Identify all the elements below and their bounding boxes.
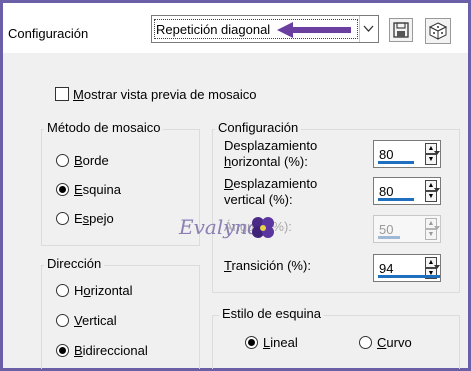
spin-down-icon: ▼ bbox=[425, 229, 437, 240]
radio-vertical-label[interactable]: Vertical bbox=[74, 313, 117, 328]
direction-title: Dirección bbox=[44, 256, 105, 271]
radio-bidireccional[interactable] bbox=[56, 344, 69, 357]
corner-style-title: Estilo de esquina bbox=[219, 306, 325, 321]
radio-horizontal-label[interactable]: Horizontal bbox=[74, 283, 133, 298]
preview-checkbox[interactable] bbox=[55, 87, 69, 101]
radio-curvo[interactable] bbox=[359, 336, 372, 349]
v-offset-level bbox=[378, 198, 414, 201]
violet-flower-icon bbox=[252, 217, 274, 238]
preview-checkbox-label[interactable]: Mostrar vista previa de mosaico bbox=[73, 87, 257, 102]
radio-esquina[interactable] bbox=[56, 183, 69, 196]
settings-title: Configuración bbox=[215, 120, 302, 135]
v-offset-spinbox[interactable]: 80 ▲ ▼ bbox=[373, 177, 441, 205]
preset-label: Configuración bbox=[8, 26, 89, 41]
dropdown-arrow-icon bbox=[434, 226, 440, 230]
radio-borde-label[interactable]: Borde bbox=[74, 153, 109, 168]
random-button[interactable] bbox=[425, 18, 451, 44]
arrow-left-icon bbox=[277, 22, 351, 38]
v-offset-value[interactable]: 80 bbox=[379, 184, 393, 199]
preset-bar: Configuración Repetición diagonal bbox=[3, 3, 468, 53]
dice-icon bbox=[428, 22, 448, 40]
radio-lineal[interactable] bbox=[245, 336, 258, 349]
radio-vertical[interactable] bbox=[56, 314, 69, 327]
spin-down-icon[interactable]: ▼ bbox=[425, 191, 437, 202]
h-offset-label: Desplazamiento horizontal (%): bbox=[224, 138, 318, 169]
transition-label: Transición (%): bbox=[224, 258, 311, 273]
transition-level bbox=[378, 275, 440, 278]
preset-value: Repetición diagonal bbox=[156, 22, 271, 37]
floppy-disk-icon bbox=[393, 22, 409, 38]
radio-bidireccional-label[interactable]: Bidireccional bbox=[74, 343, 148, 358]
transition-value[interactable]: 94 bbox=[379, 261, 393, 276]
radio-curvo-label[interactable]: Curvo bbox=[377, 335, 412, 350]
dropdown-arrow-icon[interactable] bbox=[434, 188, 440, 192]
radio-esquina-label[interactable]: Esquina bbox=[74, 182, 121, 197]
dropdown-arrow-icon[interactable] bbox=[434, 265, 440, 269]
watermark: Evalynda bbox=[179, 211, 279, 245]
h-offset-spinbox[interactable]: 80 ▲ ▼ bbox=[373, 140, 441, 168]
radio-espejo-label[interactable]: Espejo bbox=[74, 211, 114, 226]
tile-method-title: Método de mosaico bbox=[44, 120, 164, 135]
radio-espejo[interactable] bbox=[56, 212, 69, 225]
tile-effect-dialog: Configuración Repetición diagonal Mostra… bbox=[3, 3, 468, 369]
radio-lineal-label[interactable]: Lineal bbox=[263, 335, 298, 350]
angle-spinbox: 50 ▲ ▼ bbox=[373, 215, 441, 243]
radio-horizontal[interactable] bbox=[56, 284, 69, 297]
chevron-down-icon bbox=[363, 25, 374, 32]
h-offset-level bbox=[378, 161, 414, 164]
angle-value: 50 bbox=[379, 222, 394, 237]
h-offset-value[interactable]: 80 bbox=[379, 147, 393, 162]
dropdown-arrow-icon[interactable] bbox=[434, 151, 440, 155]
angle-level bbox=[378, 236, 400, 239]
spin-down-icon[interactable]: ▼ bbox=[425, 154, 437, 165]
radio-borde[interactable] bbox=[56, 154, 69, 167]
save-preset-button[interactable] bbox=[389, 18, 413, 42]
transition-spinbox[interactable]: 94 ▲ ▼ bbox=[373, 254, 441, 282]
v-offset-label: Desplazamiento vertical (%): bbox=[224, 176, 318, 207]
